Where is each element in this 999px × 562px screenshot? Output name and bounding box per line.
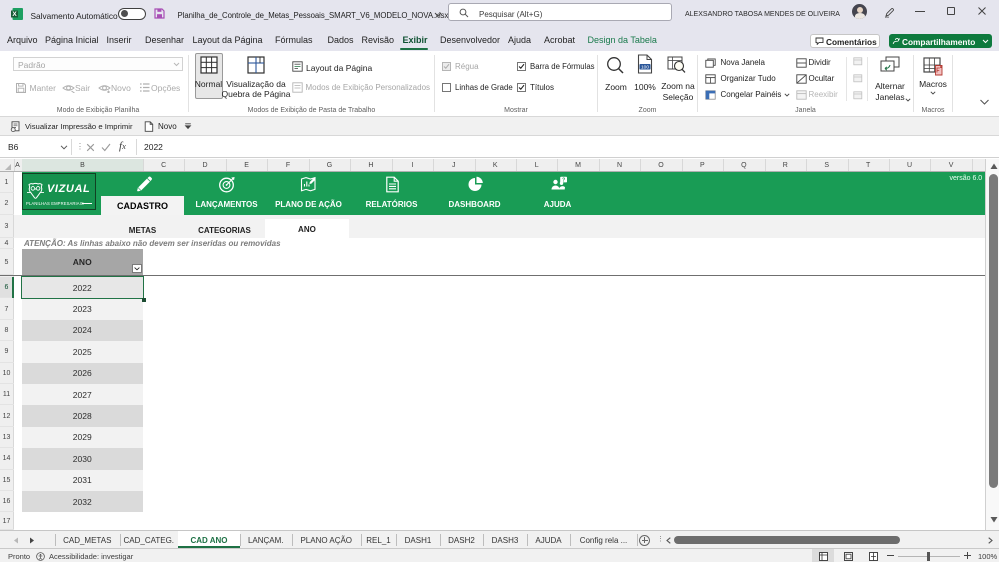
svg-text:X: X (12, 11, 17, 18)
svg-text:100: 100 (641, 64, 649, 70)
svg-text:?: ? (562, 177, 565, 183)
